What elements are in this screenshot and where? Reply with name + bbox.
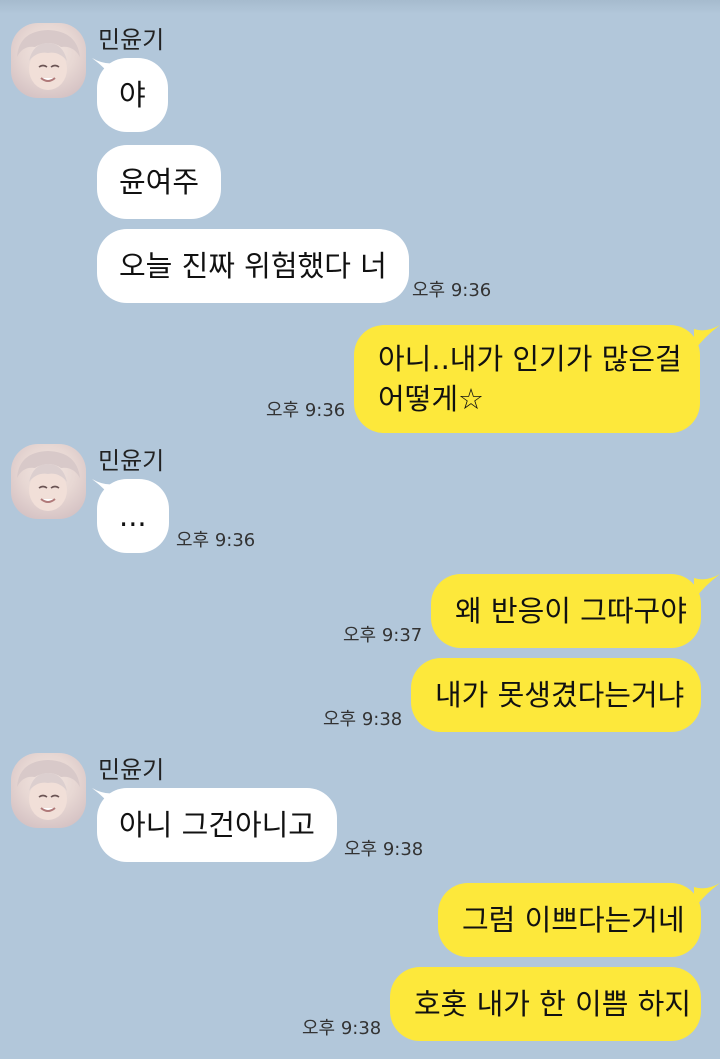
message-time: 오후 9:36 — [412, 280, 492, 301]
avatar[interactable] — [11, 23, 86, 98]
sender-name: 민윤기 — [98, 447, 165, 475]
sender-name: 민윤기 — [98, 756, 165, 784]
bubble-tail — [694, 325, 720, 351]
sent-message[interactable]: 내가 못생겼다는거냐 — [411, 658, 701, 732]
sent-message-line: 아니..내가 인기가 많은걸 — [378, 342, 682, 376]
received-message[interactable]: 아니 그건아니고 — [97, 788, 337, 862]
message-time: 오후 9:38 — [302, 1018, 382, 1039]
received-message[interactable]: 오늘 진짜 위험했다 너 — [97, 229, 409, 303]
sent-message-line: 어떻게☆ — [378, 382, 485, 416]
bubble-tail — [694, 574, 720, 600]
top-edge — [0, 0, 720, 14]
bubble-tail — [694, 883, 720, 909]
message-time: 오후 9:38 — [344, 839, 424, 860]
received-message[interactable]: ... — [97, 479, 169, 553]
message-time: 오후 9:38 — [323, 709, 403, 730]
message-time: 오후 9:36 — [176, 530, 256, 551]
sent-message[interactable]: 왜 반응이 그따구야 — [431, 574, 701, 648]
avatar[interactable] — [11, 753, 86, 828]
received-message[interactable]: 윤여주 — [97, 145, 222, 219]
sender-name: 민윤기 — [98, 26, 165, 54]
sent-message[interactable]: 그럼 이쁘다는거네 — [438, 883, 701, 957]
message-time: 오후 9:36 — [266, 400, 346, 421]
avatar[interactable] — [11, 444, 86, 519]
sent-message[interactable]: 아니..내가 인기가 많은걸 어떻게☆ — [354, 325, 700, 433]
message-time: 오후 9:37 — [343, 625, 423, 646]
sent-message[interactable]: 호홋 내가 한 이쁨 하지 — [390, 967, 701, 1041]
received-message[interactable]: 야 — [97, 58, 168, 132]
